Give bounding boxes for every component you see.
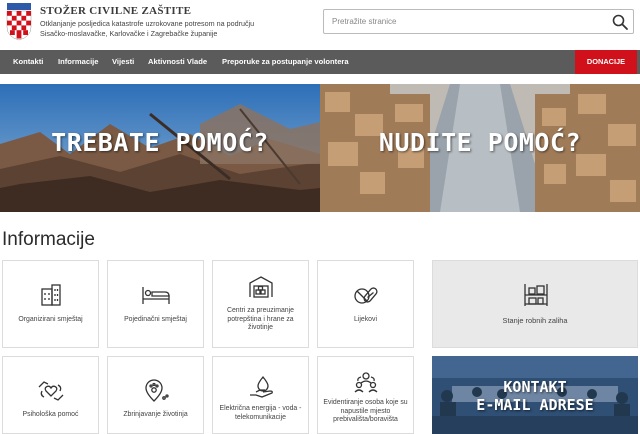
nav-item-vijesti[interactable]: Vijesti: [112, 50, 134, 74]
site-header: STOŽER CIVILNE ZAŠTITE Otklanjanje poslj…: [0, 0, 640, 50]
building-icon: [40, 284, 61, 306]
need-help-banner[interactable]: TREBATE POMOĆ?: [0, 84, 320, 212]
people-group-icon: [354, 372, 377, 393]
contact-email-banner[interactable]: KONTAKT E-MAIL ADRESE: [432, 356, 638, 434]
contact-line-1: KONTAKT: [503, 378, 567, 396]
tile-label: Zbrinjavanje životinja: [123, 411, 188, 418]
offer-help-banner[interactable]: NUDITE POMOĆ?: [320, 84, 640, 212]
tile-pojedinacni-smjestaj[interactable]: Pojedinačni smještaj: [107, 260, 204, 348]
tile-label: Lijekovi: [354, 316, 377, 323]
tile-elektricna-energija[interactable]: Električna energija - voda - telekomunik…: [212, 356, 309, 434]
tile-evidentiranje-osoba[interactable]: Evidentiranje osoba koje su napustile mj…: [317, 356, 414, 434]
need-help-text: TREBATE POMOĆ?: [51, 128, 269, 157]
tile-label: Pojedinačni smještaj: [124, 316, 187, 323]
pills-icon: [353, 287, 378, 304]
banner-row: TREBATE POMOĆ? NUDITE POMOĆ?: [0, 84, 640, 212]
shelves-icon: [524, 284, 548, 306]
nav-item-informacije[interactable]: Informacije: [58, 50, 99, 74]
warehouse-icon: [248, 276, 273, 298]
section-title-informacije: Informacije: [2, 229, 95, 250]
tile-label: Centri za preuzimanje potrepština i hran…: [226, 307, 295, 332]
tile-label: Organizirani smještaj: [18, 316, 83, 323]
nav-item-aktivnosti-vlade[interactable]: Aktivnosti Vlade: [148, 50, 207, 74]
hands-heart-icon: [38, 381, 63, 401]
search-icon[interactable]: [611, 13, 629, 31]
tile-zbrinjavanje-zivotinja[interactable]: Zbrinjavanje životinja: [107, 356, 204, 434]
main-nav: Kontakti Informacije Vijesti Aktivnosti …: [0, 50, 640, 74]
nav-item-preporuke[interactable]: Preporuke za postupanje volontera: [222, 50, 349, 74]
donate-button[interactable]: DONACIJE: [575, 50, 637, 74]
search-box: [323, 9, 634, 34]
tile-label: Stanje robnih zaliha: [502, 316, 568, 325]
water-hand-icon: [249, 375, 273, 398]
nav-item-kontakti[interactable]: Kontakti: [13, 50, 43, 74]
offer-help-text: NUDITE POMOĆ?: [378, 128, 582, 157]
croatian-coat-of-arms-logo[interactable]: [4, 3, 34, 41]
org-subtitle: Otklanjanje posljedica katastrofe uzroko…: [40, 19, 255, 38]
tile-label: Električna energija - voda - telekomunik…: [219, 405, 302, 421]
tile-label: Evidentiranje osoba koje su napustile mj…: [323, 399, 408, 424]
tile-label: Psihološka pomoć: [22, 411, 79, 418]
tile-centri-za-preuzimanje[interactable]: Centri za preuzimanje potrepština i hran…: [212, 260, 309, 348]
tile-psiholoska-pomoc[interactable]: Psihološka pomoć: [2, 356, 99, 434]
paw-pin-icon: [144, 379, 169, 402]
tile-lijekovi[interactable]: Lijekovi: [317, 260, 414, 348]
contact-text: KONTAKT E-MAIL ADRESE: [432, 378, 638, 414]
tile-stanje-robnih-zaliha[interactable]: Stanje robnih zaliha: [432, 260, 638, 348]
contact-line-2: E-MAIL ADRESE: [476, 396, 594, 414]
org-title: STOŽER CIVILNE ZAŠTITE: [40, 5, 192, 17]
bed-icon: [141, 287, 170, 304]
search-input[interactable]: [332, 14, 592, 29]
tile-organizirani-smjestaj[interactable]: Organizirani smještaj: [2, 260, 99, 348]
